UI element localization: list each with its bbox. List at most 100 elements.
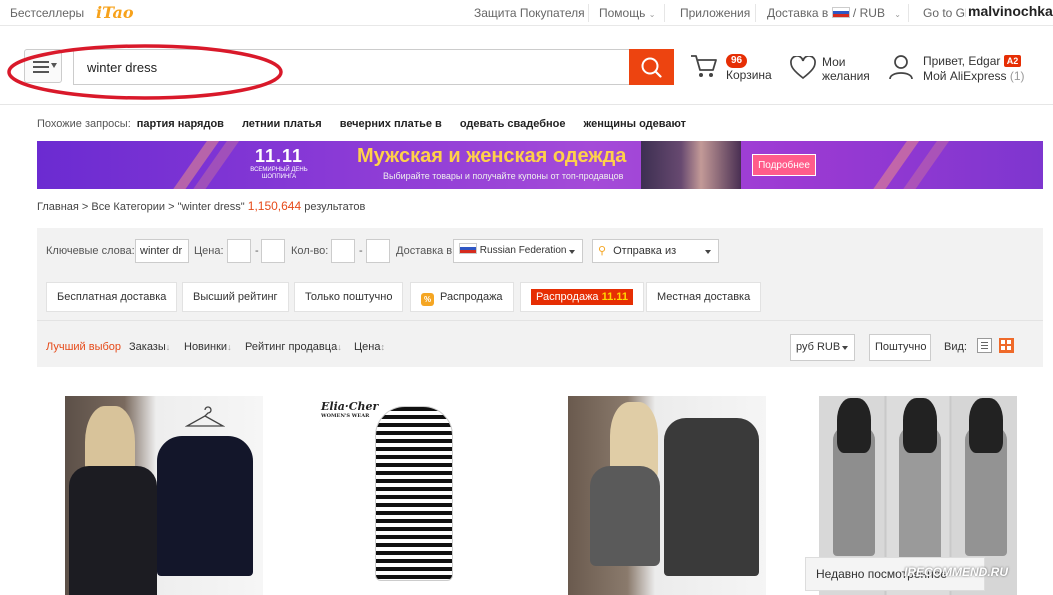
search-button[interactable] (629, 49, 674, 85)
greeting-text: Привет, Edgar (923, 54, 1001, 68)
my-aliexpress: Мой AliExpress (1) (923, 69, 1025, 83)
arrow-down-icon: ↓ (337, 342, 342, 352)
model-dress (590, 466, 660, 566)
account-link[interactable]: Привет, Edgar A2 Мой AliExpress (1) (888, 47, 1038, 87)
sale-1111-filter[interactable]: Распродажа 11.11 (520, 282, 644, 312)
currency-select-value: руб RUB (796, 341, 841, 353)
help-menu[interactable]: Помощь ⌄ (599, 6, 655, 20)
ship-from-label: Отправка из (613, 245, 677, 257)
product-card[interactable] (568, 396, 766, 595)
caret-down-icon (569, 250, 575, 254)
keywords-input[interactable]: winter dr (135, 239, 189, 263)
wishlist-link[interactable]: Мои желания (790, 47, 880, 87)
quantity-label: Кол-во: (291, 245, 329, 257)
banner-models-image (641, 141, 741, 189)
price-min-input[interactable] (227, 239, 251, 263)
dress-on-hanger (157, 436, 253, 576)
cart-label: Корзина (726, 68, 772, 82)
percent-icon: % (421, 293, 434, 306)
filter-panel: Ключевые слова: winter dr Цена: - Кол-во… (37, 228, 1043, 367)
divider (664, 4, 665, 22)
itao-logo[interactable]: iTao (96, 3, 134, 22)
delivery-label: Доставка в (767, 6, 829, 20)
cart-icon (691, 55, 717, 77)
sort-new[interactable]: Новинки↓ (184, 341, 232, 353)
go-to-global-link[interactable]: Go to Gl (923, 6, 968, 20)
member-level-badge: A2 (1003, 55, 1022, 67)
related-item[interactable]: одевать свадебное (460, 118, 566, 130)
striped-dress-image (375, 406, 453, 581)
location-pin-icon: ⚲ (598, 245, 607, 257)
free-shipping-filter[interactable]: Бесплатная доставка (46, 282, 178, 312)
delivery-currency-menu[interactable]: Доставка в / RUB ⌄ (767, 6, 901, 20)
arrow-down-icon: ↓ (165, 342, 171, 352)
divider (755, 4, 756, 22)
related-item[interactable]: партия нарядов (137, 118, 224, 130)
quantity-min-input[interactable] (331, 239, 355, 263)
bestsellers-link[interactable]: Бестселлеры (10, 6, 84, 20)
product-card[interactable]: Elia·Cher WOMEN'S WEAR (317, 396, 515, 595)
dress-image (664, 418, 759, 576)
divider (588, 4, 589, 22)
sort-seller-rating[interactable]: Рейтинг продавца↓ (245, 341, 342, 353)
cart-count-badge: 96 (726, 54, 748, 68)
sort-orders[interactable]: Заказы↓ (129, 341, 170, 353)
breadcrumb-all-categories[interactable]: Все Категории (91, 201, 165, 213)
banner-logo-caption: ВСЕМИРНЫЙ ДЕНЬ (250, 167, 308, 173)
sort-orders-label: Заказы (129, 341, 166, 353)
banner-subtitle: Выбирайте товары и получайте купоны от т… (383, 171, 624, 181)
results-count: 1,150,644 (247, 199, 302, 213)
related-item[interactable]: летнии платья (242, 118, 322, 130)
ship-to-label: Доставка в (396, 245, 453, 257)
currency-label: RUB (859, 6, 885, 20)
russia-flag-icon (459, 243, 477, 254)
ship-to-select[interactable]: Russian Federation (453, 239, 583, 263)
ship-from-select[interactable]: ⚲ Отправка из (592, 239, 719, 263)
dash: - (255, 245, 259, 257)
related-item[interactable]: вечерних платье в (340, 118, 442, 130)
sale-filter-label: Распродажа (440, 291, 503, 303)
currency-select[interactable]: руб RUB (790, 334, 855, 361)
banner-title: Мужская и женская одежда (357, 145, 627, 167)
sale-1111-number: 11.11 (601, 291, 628, 303)
header: 96 Корзина Мои желания Привет, Edgar A2 … (0, 27, 1053, 105)
product-card[interactable] (65, 396, 263, 595)
sort-new-label: Новинки (184, 341, 228, 353)
username-overlay: malvinochka (966, 2, 1053, 20)
banner-more-button[interactable]: Подробнее (752, 154, 816, 176)
sort-price-label: Цена (354, 341, 381, 353)
single-piece-filter[interactable]: Только поштучно (294, 282, 404, 312)
hanger-icon (185, 406, 225, 427)
categories-menu-button[interactable] (24, 49, 62, 83)
sale-filter[interactable]: % Распродажа (410, 282, 514, 312)
breadcrumb-home[interactable]: Главная (37, 201, 79, 213)
arrow-down-icon: ↓ (227, 342, 232, 352)
list-view-button[interactable] (977, 338, 992, 353)
chevron-down-icon: ⌄ (894, 10, 901, 19)
top-rated-filter[interactable]: Высший рейтинг (182, 282, 289, 312)
local-delivery-filter[interactable]: Местная доставка (646, 282, 762, 312)
sale-1111-badge: Распродажа 11.11 (531, 289, 633, 305)
wishlist-label-line1: Мои (822, 55, 846, 69)
per-piece-toggle[interactable]: Поштучно (869, 334, 931, 361)
sort-best-match[interactable]: Лучший выбор (46, 341, 121, 353)
grid-view-button[interactable] (999, 338, 1014, 353)
caret-down-icon (705, 250, 711, 254)
apps-link[interactable]: Приложения (680, 6, 750, 20)
sort-price[interactable]: Цена↕ (354, 341, 385, 353)
banner-1111-logo: 11.11 ВСЕМИРНЫЙ ДЕНЬ ШОППИНГА (229, 146, 329, 184)
related-item[interactable]: женщины одевают (584, 118, 686, 130)
quantity-max-input[interactable] (366, 239, 390, 263)
model-jacket (69, 466, 157, 595)
divider (908, 4, 909, 22)
promo-banner[interactable]: 11.11 ВСЕМИРНЫЙ ДЕНЬ ШОППИНГА Мужская и … (37, 141, 1043, 189)
chevron-down-icon: ⌄ (648, 10, 656, 19)
breadcrumb-query: "winter dress" (177, 201, 245, 213)
brand-subtitle: WOMEN'S WEAR (321, 413, 370, 419)
buyer-protection-link[interactable]: Защита Покупателя (474, 6, 585, 20)
brand-logo: Elia·Cher WOMEN'S WEAR (321, 400, 378, 419)
search-input[interactable] (74, 50, 630, 84)
price-max-input[interactable] (261, 239, 285, 263)
search-icon (641, 57, 662, 78)
cart-link[interactable]: 96 Корзина (690, 47, 780, 87)
